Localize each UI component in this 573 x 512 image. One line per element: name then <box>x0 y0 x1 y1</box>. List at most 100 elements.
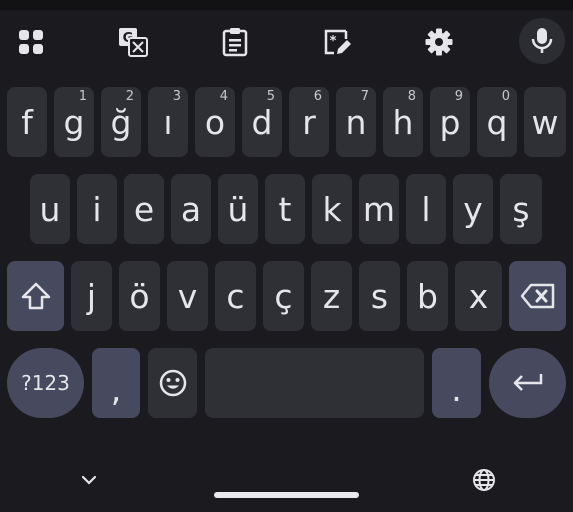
key-label: m <box>362 189 396 229</box>
key-label: k <box>322 189 342 229</box>
shift-arrow-icon <box>21 282 50 310</box>
language-switch-button[interactable] <box>470 466 498 494</box>
key-p[interactable]: p 9 <box>430 87 470 157</box>
voice-input-button[interactable] <box>519 18 565 64</box>
hide-keyboard-button[interactable] <box>78 470 100 490</box>
svg-text:*: * <box>330 34 337 49</box>
key-x[interactable]: x <box>455 261 502 331</box>
symbols-key-label: ?123 <box>21 371 70 395</box>
key-number-hint: 2 <box>125 89 134 104</box>
key-label: ş <box>512 189 530 229</box>
key-label: j <box>86 276 97 316</box>
clipboard-button[interactable] <box>213 20 257 64</box>
key-u[interactable]: u <box>30 174 70 244</box>
key-label: w <box>531 102 559 142</box>
space-bar[interactable] <box>205 348 424 418</box>
key-label: p <box>439 102 461 142</box>
smiley-emoji-icon <box>159 369 186 397</box>
key-t[interactable]: t <box>265 174 305 244</box>
key-label: e <box>133 189 155 229</box>
key-g-breve[interactable]: ğ 2 <box>101 87 141 157</box>
key-a[interactable]: a <box>171 174 211 244</box>
status-strip <box>0 0 573 10</box>
key-c-cedilla[interactable]: ç <box>263 261 304 331</box>
key-o[interactable]: o 4 <box>195 87 235 157</box>
gesture-navigation-bar[interactable] <box>214 492 359 498</box>
clipboard-icon <box>222 28 248 57</box>
key-label: r <box>302 102 316 142</box>
key-label: s <box>370 276 389 316</box>
key-label: z <box>322 276 341 316</box>
key-number-hint: 6 <box>313 89 322 104</box>
key-number-hint: 8 <box>407 89 416 104</box>
key-number-hint: 1 <box>78 89 87 104</box>
key-w[interactable]: w <box>524 87 566 157</box>
key-y[interactable]: y <box>453 174 493 244</box>
settings-gear-icon <box>425 28 453 56</box>
key-j[interactable]: j <box>71 261 112 331</box>
key-label: b <box>417 276 438 316</box>
symbols-key[interactable]: ?123 <box>7 348 84 418</box>
apps-grid-icon <box>19 30 43 54</box>
key-label: o <box>204 102 226 142</box>
key-label: y <box>463 189 483 229</box>
globe-icon <box>473 469 495 491</box>
key-label: t <box>278 189 292 229</box>
key-label: l <box>421 189 431 229</box>
comma-key[interactable]: , <box>92 348 140 418</box>
key-i[interactable]: i <box>77 174 117 244</box>
enter-key[interactable] <box>489 348 566 418</box>
key-label: d <box>251 102 273 142</box>
settings-button[interactable] <box>417 20 461 64</box>
key-e[interactable]: e <box>124 174 164 244</box>
key-dotless-i[interactable]: ı 3 <box>148 87 188 157</box>
key-h[interactable]: h 8 <box>383 87 423 157</box>
key-v[interactable]: v <box>167 261 208 331</box>
key-u-umlaut[interactable]: ü <box>218 174 258 244</box>
key-label: i <box>92 189 102 229</box>
key-c[interactable]: c <box>215 261 256 331</box>
microphone-icon <box>531 28 553 53</box>
chevron-down-icon <box>81 475 97 485</box>
key-number-hint: 4 <box>219 89 228 104</box>
key-q[interactable]: q 0 <box>477 87 517 157</box>
enter-return-icon <box>513 374 542 391</box>
key-label: f <box>21 102 33 142</box>
emoji-key[interactable] <box>148 348 197 418</box>
key-label: . <box>451 369 462 409</box>
key-label: q <box>486 102 508 142</box>
sticker-button[interactable]: * <box>315 20 359 64</box>
key-number-hint: 3 <box>172 89 181 104</box>
apps-grid-button[interactable] <box>9 20 53 64</box>
key-s[interactable]: s <box>359 261 400 331</box>
shift-key[interactable] <box>7 261 64 331</box>
key-label: a <box>180 189 202 229</box>
key-label: v <box>177 276 198 316</box>
key-label: x <box>468 276 489 316</box>
key-number-hint: 7 <box>360 89 369 104</box>
key-s-cedilla[interactable]: ş <box>500 174 542 244</box>
key-label: ı <box>163 102 173 142</box>
key-k[interactable]: k <box>312 174 352 244</box>
key-m[interactable]: m <box>359 174 399 244</box>
sticker-edit-icon: * <box>324 29 351 55</box>
key-label: ü <box>227 189 249 229</box>
key-g[interactable]: g 1 <box>54 87 94 157</box>
key-label: ğ <box>110 102 132 142</box>
period-key[interactable]: . <box>432 348 481 418</box>
translate-button[interactable]: G <box>111 20 155 64</box>
key-r[interactable]: r 6 <box>289 87 329 157</box>
key-f[interactable]: f <box>7 87 47 157</box>
key-b[interactable]: b <box>407 261 448 331</box>
key-z[interactable]: z <box>311 261 352 331</box>
key-number-hint: 9 <box>454 89 463 104</box>
backspace-icon <box>520 283 554 309</box>
backspace-key[interactable] <box>509 261 566 331</box>
key-number-hint: 5 <box>266 89 275 104</box>
key-o-umlaut[interactable]: ö <box>119 261 160 331</box>
key-n[interactable]: n 7 <box>336 87 376 157</box>
translate-icon: G <box>119 28 148 57</box>
key-d[interactable]: d 5 <box>242 87 282 157</box>
key-l[interactable]: l <box>406 174 446 244</box>
key-label: , <box>110 369 122 409</box>
